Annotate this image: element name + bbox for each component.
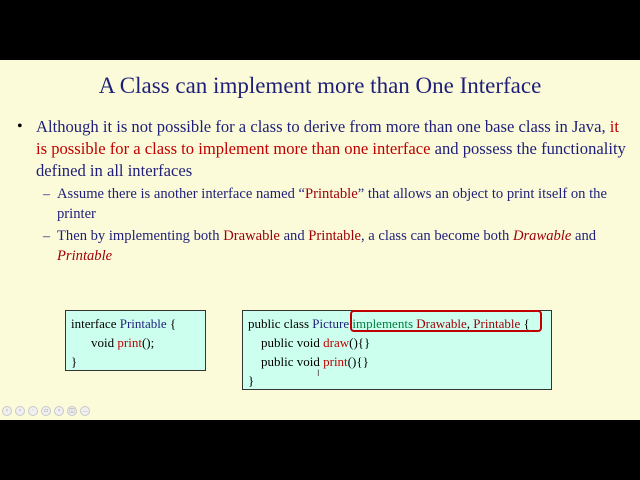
implements-highlight (350, 310, 542, 332)
previous-icon[interactable]: ‹ (2, 406, 12, 416)
sub2-drawable: Drawable (223, 228, 280, 244)
code-line: } (248, 373, 255, 388)
presentation-toolbar: ‹ › ⋅ ▫ ∘ ◫ … (2, 405, 90, 417)
captions-icon[interactable]: ◫ (67, 406, 77, 416)
main-bullet-text: Although it is not possible for a class … (36, 116, 626, 182)
sub2-printable-italic: Printable (57, 248, 113, 264)
sub2-printable: Printable (308, 228, 361, 244)
code-line: void print(); (91, 335, 155, 350)
pen-icon[interactable]: ⋅ (28, 406, 38, 416)
sub-bullet-marker-2: – (43, 229, 50, 244)
sub2-drawable-italic: Drawable (512, 228, 572, 244)
sub2-part1: Then by implementing both (57, 228, 224, 244)
sub-bullet-2-text: Then by implementing both Drawable and P… (57, 226, 627, 266)
sub-bullet-marker-1: – (43, 187, 50, 202)
slide-title: A Class can implement more than One Inte… (98, 73, 542, 98)
code-line: public void print(){} (261, 354, 369, 369)
next-icon[interactable]: › (15, 406, 25, 416)
code-line: } (71, 354, 78, 369)
code-line: public void draw(){} (261, 335, 371, 350)
sub-bullet-1-text: Assume there is another interface named … (57, 184, 627, 224)
bullet-marker: • (17, 118, 23, 135)
more-icon[interactable]: … (80, 406, 90, 416)
sub2-part5: , a class can become both (361, 228, 513, 244)
printable-interface-code: interface Printable { void print(); } (65, 310, 206, 371)
sub2-part3: and (279, 228, 309, 244)
mouse-cursor-icon: I (317, 369, 320, 379)
code-line: interface Printable { (71, 316, 177, 331)
sub1-printable: Printable (305, 186, 358, 202)
presentation-slide: A Class can implement more than One Inte… (0, 60, 640, 420)
sub2-part7: and (571, 228, 597, 244)
bullet-text-part1: Although it is not possible for a class … (36, 117, 610, 136)
slides-icon[interactable]: ▫ (41, 406, 51, 416)
sub1-part1: Assume there is another interface named … (57, 186, 305, 202)
zoom-icon[interactable]: ∘ (54, 406, 64, 416)
